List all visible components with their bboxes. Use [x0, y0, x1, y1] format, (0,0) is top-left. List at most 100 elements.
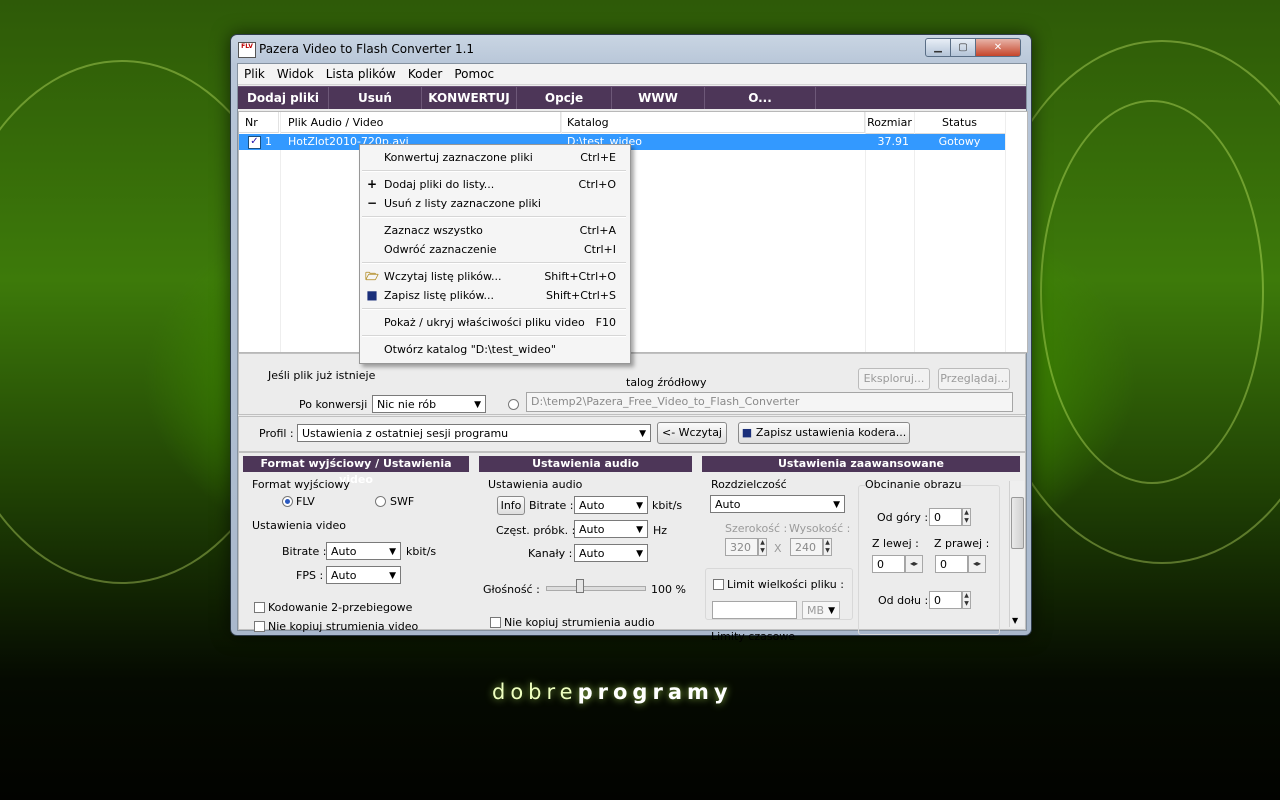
swf-radio[interactable]: [375, 496, 386, 507]
menu-item-label: Konwertuj zaznaczone pliki: [384, 151, 533, 164]
no-copy-audio-checkbox[interactable]: [490, 617, 501, 628]
height-spinner[interactable]: ▲ ▼: [823, 538, 832, 556]
scroll-down-arrow-icon[interactable]: ▼: [1012, 616, 1018, 625]
file-list[interactable]: Nr Plik Audio / Video Katalog Rozmiar St…: [238, 111, 1028, 353]
custom-dir-radio[interactable]: [508, 399, 519, 410]
limit-size-field[interactable]: [712, 601, 797, 619]
folder-open-icon: 🗁: [365, 270, 379, 283]
output-path-field[interactable]: D:\temp2\Pazera_Free_Video_to_Flash_Conv…: [526, 392, 1013, 412]
volume-slider-track[interactable]: [546, 586, 646, 591]
width-spinner[interactable]: ▲ ▼: [758, 538, 767, 556]
menu-separator: [362, 170, 626, 172]
info-button[interactable]: Info: [497, 496, 525, 515]
column-header-size[interactable]: Rozmiar: [865, 112, 915, 134]
dropdown-arrow-icon: ▼: [833, 500, 840, 510]
crop-bottom-spinner[interactable]: ▲ ▼: [962, 591, 971, 609]
resolution-select[interactable]: Auto ▼: [710, 495, 845, 513]
limit-size-checkbox[interactable]: [713, 579, 724, 590]
menu-pomoc[interactable]: Pomoc: [448, 64, 500, 84]
size-unit-select[interactable]: MB ▼: [802, 601, 840, 619]
profile-value: Ustawienia z ostatniej sesji programu: [302, 427, 509, 440]
save-encoder-settings-button[interactable]: ■ Zapisz ustawienia kodera...: [738, 422, 910, 444]
menu-koder[interactable]: Koder: [402, 64, 449, 84]
title-bar[interactable]: FLV Pazera Video to Flash Converter 1.1 …: [231, 35, 1031, 63]
browse-button[interactable]: Przeglądaj...: [938, 368, 1010, 390]
dropdown-arrow-icon: ▼: [639, 429, 646, 439]
menu-item-open-directory[interactable]: Otwórz katalog "D:\test_wideo": [360, 340, 630, 359]
after-conversion-select[interactable]: Nic nie rób ▼: [372, 395, 486, 413]
no-copy-video-checkbox[interactable]: [254, 621, 265, 632]
minimize-button[interactable]: ▁: [925, 38, 951, 57]
crop-right-field[interactable]: 0: [935, 555, 968, 573]
profile-select[interactable]: Ustawienia z ostatniej sesji programu ▼: [297, 424, 651, 442]
menu-item-invert-selection[interactable]: Odwróć zaznaczenie Ctrl+I: [360, 240, 630, 259]
row-status: Gotowy: [938, 135, 981, 148]
floppy-icon: ■: [366, 288, 378, 302]
crop-top-spinner[interactable]: ▲ ▼: [962, 508, 971, 526]
flv-radio[interactable]: [282, 496, 293, 507]
crop-right-label: Z prawej :: [934, 537, 990, 550]
two-pass-checkbox[interactable]: [254, 602, 265, 613]
crop-top-field[interactable]: 0: [929, 508, 962, 526]
www-button[interactable]: WWW: [612, 87, 705, 109]
advanced-scrollbar[interactable]: ▼: [1009, 481, 1024, 627]
column-header-nr[interactable]: Nr: [239, 112, 279, 133]
crop-right-spinner[interactable]: ◂▸: [968, 555, 986, 573]
context-menu: Konwertuj zaznaczone pliki Ctrl+E + Doda…: [359, 144, 631, 364]
menu-plik[interactable]: Plik: [238, 64, 271, 84]
scrollbar-thumb[interactable]: [1011, 497, 1024, 549]
about-button[interactable]: O...: [705, 87, 816, 109]
dropdown-arrow-icon: ▼: [828, 606, 835, 616]
profile-section: Profil : Ustawienia z ostatniej sesji pr…: [238, 416, 1026, 452]
menu-item-label: Zaznacz wszystko: [384, 224, 483, 237]
load-profile-button[interactable]: <- Wczytaj: [657, 422, 727, 444]
close-button[interactable]: ✕: [975, 38, 1021, 57]
fps-label: FPS :: [296, 569, 324, 582]
menu-item-toggle-properties[interactable]: Pokaż / ukryj właściwości pliku video F1…: [360, 313, 630, 332]
menu-item-convert[interactable]: Konwertuj zaznaczone pliki Ctrl+E: [360, 148, 630, 167]
width-field[interactable]: 320: [725, 538, 758, 556]
audio-bitrate-select[interactable]: Auto ▼: [574, 496, 648, 514]
video-bitrate-select[interactable]: Auto ▼: [326, 542, 401, 560]
menu-lista-plikow[interactable]: Lista plików: [320, 64, 402, 84]
menu-item-shortcut: Shift+Ctrl+S: [546, 289, 616, 302]
menu-item-label: Odwróć zaznaczenie: [384, 243, 497, 256]
menu-item-load-list[interactable]: 🗁 Wczytaj listę plików... Shift+Ctrl+O: [360, 267, 630, 286]
logo-regular: dobre: [492, 680, 578, 704]
app-window: FLV Pazera Video to Flash Converter 1.1 …: [230, 34, 1032, 643]
menu-item-label: Otwórz katalog "D:\test_wideo": [384, 343, 556, 356]
row-checkbox[interactable]: ✓: [248, 136, 261, 149]
sample-rate-unit: Hz: [653, 524, 668, 537]
menu-item-save-list[interactable]: ■ Zapisz listę plików... Shift+Ctrl+S: [360, 286, 630, 305]
audio-bitrate-value: Auto: [579, 499, 605, 512]
explore-button[interactable]: Eksploruj...: [858, 368, 930, 390]
sample-rate-select[interactable]: Auto ▼: [574, 520, 648, 538]
menu-item-remove-selected[interactable]: − Usuń z listy zaznaczone pliki: [360, 194, 630, 213]
menu-item-select-all[interactable]: Zaznacz wszystko Ctrl+A: [360, 221, 630, 240]
volume-slider-thumb[interactable]: [576, 579, 584, 593]
menu-item-add-files[interactable]: + Dodaj pliki do listy... Ctrl+O: [360, 175, 630, 194]
crop-left-field[interactable]: 0: [872, 555, 905, 573]
convert-button[interactable]: KONWERTUJ: [422, 87, 517, 109]
remove-button[interactable]: Usuń: [329, 87, 422, 109]
crop-bottom-field[interactable]: 0: [929, 591, 962, 609]
options-button[interactable]: Opcje: [517, 87, 612, 109]
advanced-panel-header: Ustawienia zaawansowane: [702, 456, 1020, 472]
source-dir-label: talog źródłowy: [626, 376, 707, 389]
audio-bitrate-unit: kbit/s: [652, 499, 683, 512]
channels-select[interactable]: Auto ▼: [574, 544, 648, 562]
column-header-file[interactable]: Plik Audio / Video: [280, 112, 561, 133]
toolbar: Dodaj pliki Usuń KONWERTUJ Opcje WWW O..…: [238, 86, 1026, 109]
maximize-button[interactable]: ▢: [950, 38, 976, 57]
menu-widok[interactable]: Widok: [271, 64, 320, 84]
crop-left-label: Z lewej :: [872, 537, 919, 550]
add-files-button[interactable]: Dodaj pliki: [238, 87, 329, 109]
crop-left-spinner[interactable]: ◂▸: [905, 555, 923, 573]
height-field[interactable]: 240: [790, 538, 823, 556]
menu-separator: [362, 262, 626, 264]
column-header-dir[interactable]: Katalog: [561, 112, 865, 133]
column-header-status[interactable]: Status: [914, 112, 1006, 134]
dropdown-arrow-icon: ▼: [636, 501, 643, 511]
volume-label: Głośność :: [483, 583, 540, 596]
fps-select[interactable]: Auto ▼: [326, 566, 401, 584]
